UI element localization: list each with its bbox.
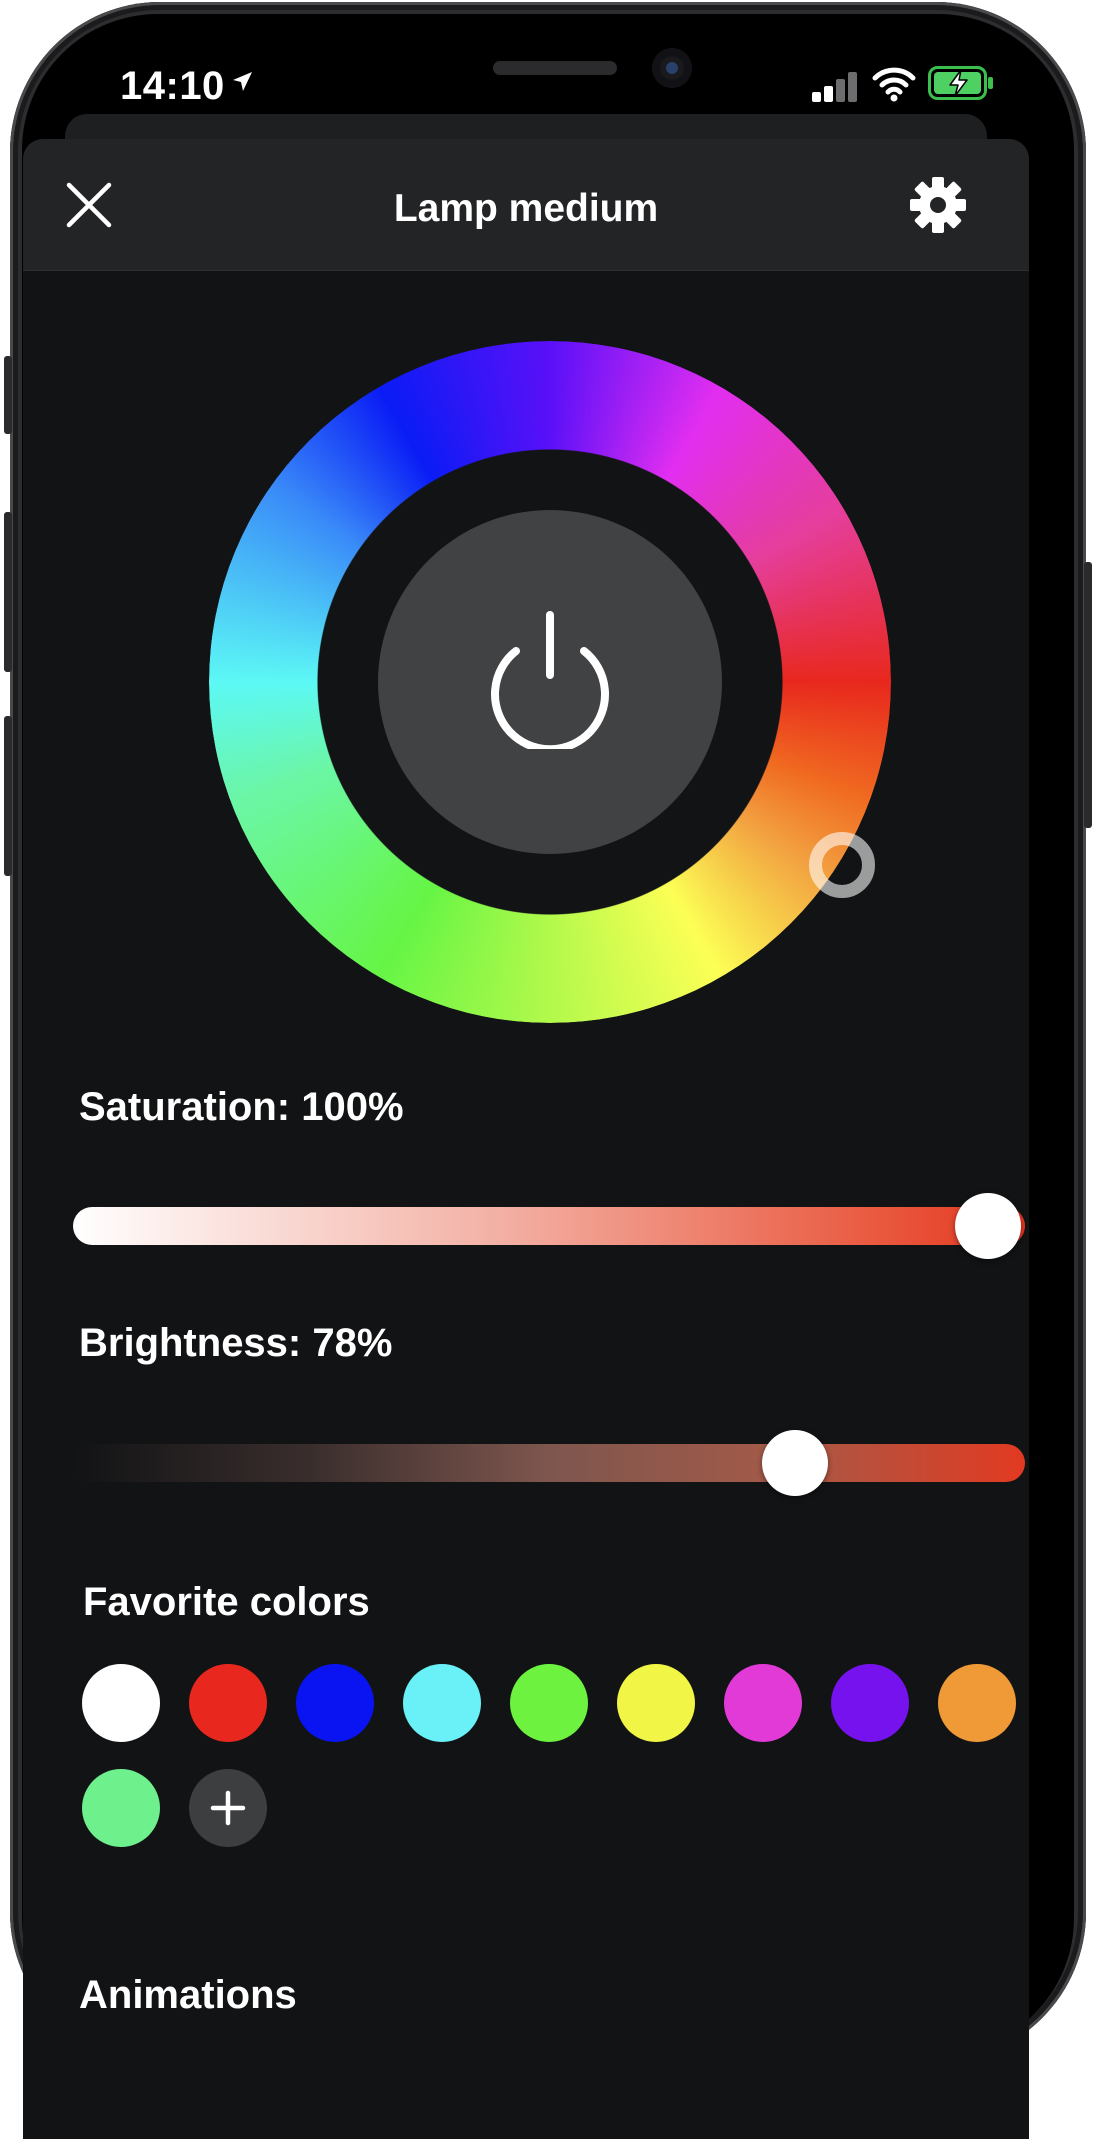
location-arrow-icon (233, 72, 252, 91)
add-favorite-color-button[interactable] (189, 1769, 267, 1847)
phone-side-button (4, 716, 12, 876)
favorite-color-swatch[interactable] (724, 1664, 802, 1742)
phone-side-button (1084, 562, 1092, 828)
favorite-color-swatch[interactable] (82, 1769, 160, 1847)
power-icon (491, 611, 609, 749)
signal-icon (812, 72, 857, 102)
favorite-color-swatch[interactable] (617, 1664, 695, 1742)
sheet-header: Lamp medium (23, 139, 1029, 271)
favorite-color-swatch[interactable] (938, 1664, 1016, 1742)
front-camera (652, 48, 692, 88)
color-wheel (209, 341, 891, 1023)
phone-side-button (4, 356, 12, 434)
settings-button[interactable] (908, 175, 968, 235)
favorite-color-swatch[interactable] (189, 1664, 267, 1742)
hue-handle[interactable] (809, 832, 875, 898)
brightness-slider[interactable] (73, 1430, 1025, 1496)
favorite-colors-heading: Favorite colors (83, 1580, 370, 1624)
saturation-slider[interactable] (73, 1193, 1025, 1259)
favorite-color-swatch[interactable] (82, 1664, 160, 1742)
power-button[interactable] (378, 510, 722, 854)
gear-icon (910, 177, 966, 233)
status-time: 14:10 (120, 64, 225, 108)
wifi-icon (872, 67, 916, 102)
saturation-label: Saturation: 100% (79, 1085, 404, 1129)
saturation-slider-thumb[interactable] (955, 1193, 1021, 1259)
favorite-color-swatch[interactable] (403, 1664, 481, 1742)
battery-charging-icon (928, 66, 993, 100)
animations-heading: Animations (79, 1973, 297, 2017)
phone-side-button (4, 512, 12, 672)
lamp-control-sheet: Lamp medium Saturation: 100% Brightness:… (23, 139, 1029, 2139)
brightness-label: Brightness: 78% (79, 1321, 393, 1365)
favorite-color-swatch[interactable] (831, 1664, 909, 1742)
speaker-grille (493, 61, 617, 75)
plus-icon (210, 1790, 246, 1826)
brightness-slider-thumb[interactable] (762, 1430, 828, 1496)
favorite-color-swatch[interactable] (296, 1664, 374, 1742)
favorite-color-swatch[interactable] (510, 1664, 588, 1742)
page-title: Lamp medium (393, 187, 659, 230)
